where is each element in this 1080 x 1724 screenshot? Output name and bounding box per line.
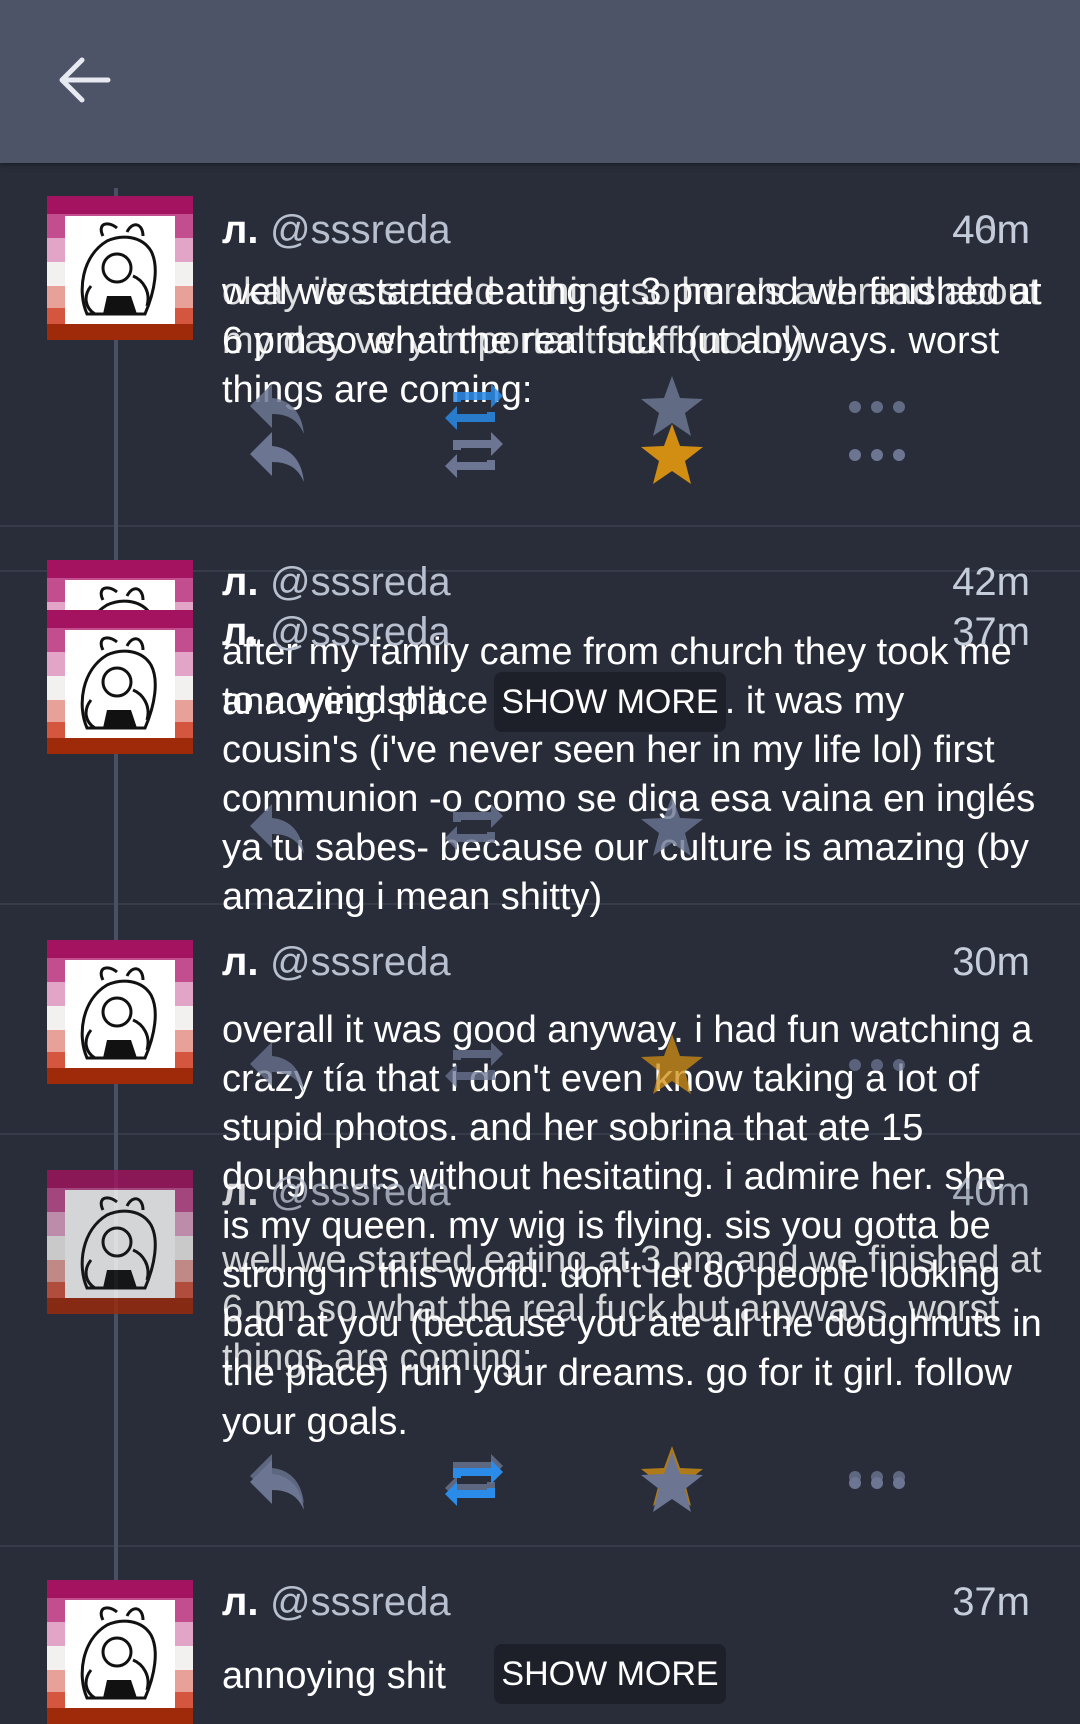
arrow-left-icon[interactable] xyxy=(52,48,116,112)
display-name: л. xyxy=(222,208,259,252)
timestamp: 46m xyxy=(952,208,1030,252)
more-options-icon[interactable] xyxy=(842,1030,912,1100)
more-options-icon[interactable] xyxy=(842,1448,912,1518)
tweet-text: well we started eating at 3 pm and we fi… xyxy=(222,1239,1042,1379)
star-icon[interactable] xyxy=(637,372,707,442)
tweet-text: annoying shit xyxy=(222,681,446,723)
avatar[interactable] xyxy=(47,1580,193,1724)
user-handle: @sssreda xyxy=(270,560,451,604)
star-icon[interactable] xyxy=(637,1448,707,1518)
divider xyxy=(0,525,1080,527)
timestamp: 37m xyxy=(952,1580,1030,1624)
display-name: л. xyxy=(222,610,259,654)
reply-icon[interactable] xyxy=(242,792,312,862)
retweet-icon[interactable] xyxy=(439,372,509,442)
timestamp: 37m xyxy=(952,610,1030,654)
user-handle: @sssreda xyxy=(270,1580,451,1624)
retweet-icon[interactable] xyxy=(439,1030,509,1100)
app-bar xyxy=(0,0,1080,163)
avatar[interactable] xyxy=(47,610,193,754)
show-more-button[interactable]: SHOW MORE xyxy=(494,672,726,732)
user-handle: @sssreda xyxy=(270,1170,451,1214)
user-handle: @sssreda xyxy=(270,940,451,984)
star-icon[interactable] xyxy=(637,792,707,862)
show-more-button[interactable]: SHOW MORE xyxy=(494,1644,726,1704)
display-name: л. xyxy=(222,560,259,604)
reply-icon[interactable] xyxy=(242,372,312,442)
reply-icon[interactable] xyxy=(242,1448,312,1518)
retweet-icon[interactable] xyxy=(439,792,509,862)
avatar[interactable] xyxy=(47,196,193,340)
tweet-text: okay i've started a thing so here's a th… xyxy=(222,271,1040,362)
display-name: л. xyxy=(222,940,259,984)
avatar[interactable] xyxy=(47,940,193,1084)
timestamp: 40m xyxy=(952,1170,1030,1214)
divider xyxy=(0,1545,1080,1547)
display-name: л. xyxy=(222,1580,259,1624)
user-handle: @sssreda xyxy=(270,610,451,654)
reply-icon[interactable] xyxy=(242,1030,312,1100)
timestamp: 30m xyxy=(952,940,1030,984)
timestamp: 42m xyxy=(952,560,1030,604)
tweet-text: annoying shit xyxy=(222,1655,446,1697)
retweet-icon[interactable] xyxy=(439,1448,509,1518)
more-options-icon[interactable] xyxy=(842,372,912,442)
star-icon[interactable] xyxy=(637,1030,707,1100)
user-handle: @sssreda xyxy=(270,208,451,252)
display-name: л. xyxy=(222,1170,259,1214)
avatar[interactable] xyxy=(47,1170,193,1314)
